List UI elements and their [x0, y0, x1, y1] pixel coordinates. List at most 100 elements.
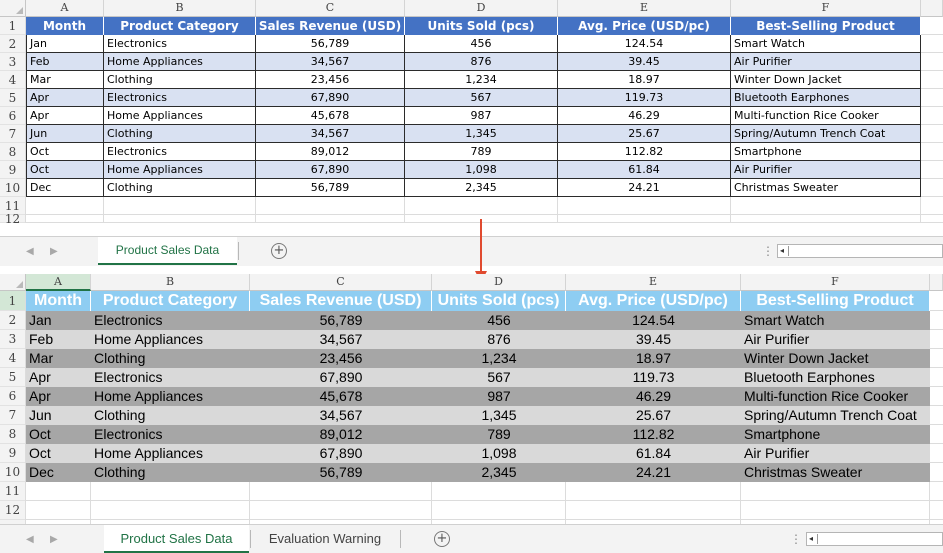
table-cell[interactable]: Jun [26, 406, 91, 425]
table-cell[interactable]: Air Purifier [741, 330, 930, 349]
table-cell[interactable]: Dec [26, 463, 91, 482]
table-cell[interactable]: 34,567 [250, 406, 432, 425]
table-cell[interactable]: Smartphone [741, 425, 930, 444]
table-cell[interactable]: Air Purifier [741, 444, 930, 463]
column-header-d[interactable]: D [432, 274, 566, 291]
table-cell[interactable]: 876 [432, 330, 566, 349]
row-header-5[interactable]: 5 [0, 368, 26, 387]
more-options-icon[interactable]: ⋮ [762, 244, 774, 258]
table-cell[interactable]: 45,678 [256, 107, 405, 125]
table-cell[interactable]: 876 [405, 53, 558, 71]
row-header-4[interactable]: 4 [0, 71, 26, 89]
table-cell[interactable]: Christmas Sweater [731, 179, 921, 197]
table-cell[interactable]: Electronics [91, 311, 250, 330]
row-header-12[interactable]: 12 [0, 213, 26, 225]
table-cell[interactable]: 39.45 [566, 330, 741, 349]
column-header-b[interactable]: B [91, 274, 250, 291]
table-cell[interactable]: Oct [26, 444, 91, 463]
table-cell[interactable]: Electronics [104, 89, 256, 107]
table-header-cell[interactable]: Avg. Price (USD/pc) [566, 291, 741, 311]
table-cell[interactable]: Smart Watch [731, 35, 921, 53]
table-cell[interactable]: Mar [26, 71, 104, 89]
table-cell[interactable]: Home Appliances [104, 161, 256, 179]
row-header-2[interactable]: 2 [0, 311, 26, 330]
table-cell[interactable]: Air Purifier [731, 53, 921, 71]
table-cell[interactable]: 2,345 [405, 179, 558, 197]
horizontal-scrollbar[interactable]: ◂ [806, 532, 943, 546]
table-cell[interactable]: 124.54 [558, 35, 731, 53]
select-all-corner[interactable] [0, 274, 26, 291]
table-cell[interactable]: 56,789 [250, 311, 432, 330]
table-cell[interactable]: 2,345 [432, 463, 566, 482]
row-header-10[interactable]: 10 [0, 463, 26, 482]
scroll-left-icon[interactable]: ◂ [780, 246, 789, 256]
table-cell[interactable]: 1,098 [405, 161, 558, 179]
more-options-icon[interactable]: ⋮ [790, 532, 802, 546]
table-header-cell[interactable]: Sales Revenue (USD) [250, 291, 432, 311]
table-cell[interactable]: Apr [26, 368, 91, 387]
row-header-8[interactable]: 8 [0, 143, 26, 161]
row-header-3[interactable]: 3 [0, 53, 26, 71]
table-cell[interactable]: 39.45 [558, 53, 731, 71]
table-cell[interactable]: 987 [405, 107, 558, 125]
column-header-f[interactable]: F [731, 0, 921, 17]
table-cell[interactable]: 1,345 [405, 125, 558, 143]
plus-circle-icon[interactable]: + [271, 243, 287, 259]
table-header-cell[interactable]: Product Category [104, 17, 256, 35]
table-cell[interactable]: Apr [26, 387, 91, 406]
table-cell[interactable]: 46.29 [566, 387, 741, 406]
table-cell[interactable]: Christmas Sweater [741, 463, 930, 482]
table-cell[interactable]: Electronics [91, 425, 250, 444]
table-cell[interactable]: Oct [26, 161, 104, 179]
table-cell[interactable]: Spring/Autumn Trench Coat [741, 406, 930, 425]
row-header-2[interactable]: 2 [0, 35, 26, 53]
table-cell[interactable]: 1,234 [405, 71, 558, 89]
table-cell[interactable]: 34,567 [256, 125, 405, 143]
table-cell[interactable]: 456 [405, 35, 558, 53]
table-cell[interactable]: Clothing [91, 349, 250, 368]
table-header-cell[interactable]: Sales Revenue (USD) [256, 17, 405, 35]
select-all-corner[interactable] [0, 0, 26, 17]
table-cell[interactable]: Oct [26, 425, 91, 444]
table-header-cell[interactable]: Month [26, 17, 104, 35]
table-cell[interactable]: Apr [26, 89, 104, 107]
column-header-c[interactable]: C [256, 0, 405, 17]
row-header-6[interactable]: 6 [0, 387, 26, 406]
table-cell[interactable]: 89,012 [256, 143, 405, 161]
table-cell[interactable]: 24.21 [558, 179, 731, 197]
next-sheet-arrow-icon[interactable]: ▶ [50, 246, 58, 257]
column-header-d[interactable]: D [405, 0, 558, 17]
table-cell[interactable]: 56,789 [250, 463, 432, 482]
table-cell[interactable]: 567 [432, 368, 566, 387]
table-cell[interactable]: Home Appliances [91, 444, 250, 463]
row-header-3[interactable]: 3 [0, 330, 26, 349]
table-cell[interactable]: Multi-function Rice Cooker [731, 107, 921, 125]
table-cell[interactable]: 61.84 [566, 444, 741, 463]
table-cell[interactable]: Air Purifier [731, 161, 921, 179]
table-cell[interactable]: Dec [26, 179, 104, 197]
row-header-12[interactable]: 12 [0, 501, 26, 520]
table-cell[interactable]: 112.82 [558, 143, 731, 161]
table-cell[interactable]: 1,234 [432, 349, 566, 368]
table-header-cell[interactable]: Units Sold (pcs) [405, 17, 558, 35]
table-cell[interactable]: Home Appliances [91, 387, 250, 406]
table-cell[interactable]: 987 [432, 387, 566, 406]
scroll-left-icon[interactable]: ◂ [809, 534, 818, 544]
table-cell[interactable]: 67,890 [250, 368, 432, 387]
table-cell[interactable]: 67,890 [256, 161, 405, 179]
table-cell[interactable]: Apr [26, 107, 104, 125]
table-cell[interactable]: 46.29 [558, 107, 731, 125]
table-cell[interactable]: Electronics [91, 368, 250, 387]
table-cell[interactable]: Clothing [91, 406, 250, 425]
table-cell[interactable]: Feb [26, 53, 104, 71]
horizontal-scrollbar[interactable]: ◂ [777, 244, 943, 258]
table-cell[interactable]: 34,567 [256, 53, 405, 71]
tab-product-sales-data[interactable]: Product Sales Data [104, 525, 249, 553]
table-cell[interactable]: 789 [432, 425, 566, 444]
table-cell[interactable]: Bluetooth Earphones [731, 89, 921, 107]
table-cell[interactable]: Smartphone [731, 143, 921, 161]
table-cell[interactable]: 56,789 [256, 35, 405, 53]
table-cell[interactable]: Multi-function Rice Cooker [741, 387, 930, 406]
table-header-cell[interactable]: Units Sold (pcs) [432, 291, 566, 311]
table-header-cell[interactable]: Avg. Price (USD/pc) [558, 17, 731, 35]
